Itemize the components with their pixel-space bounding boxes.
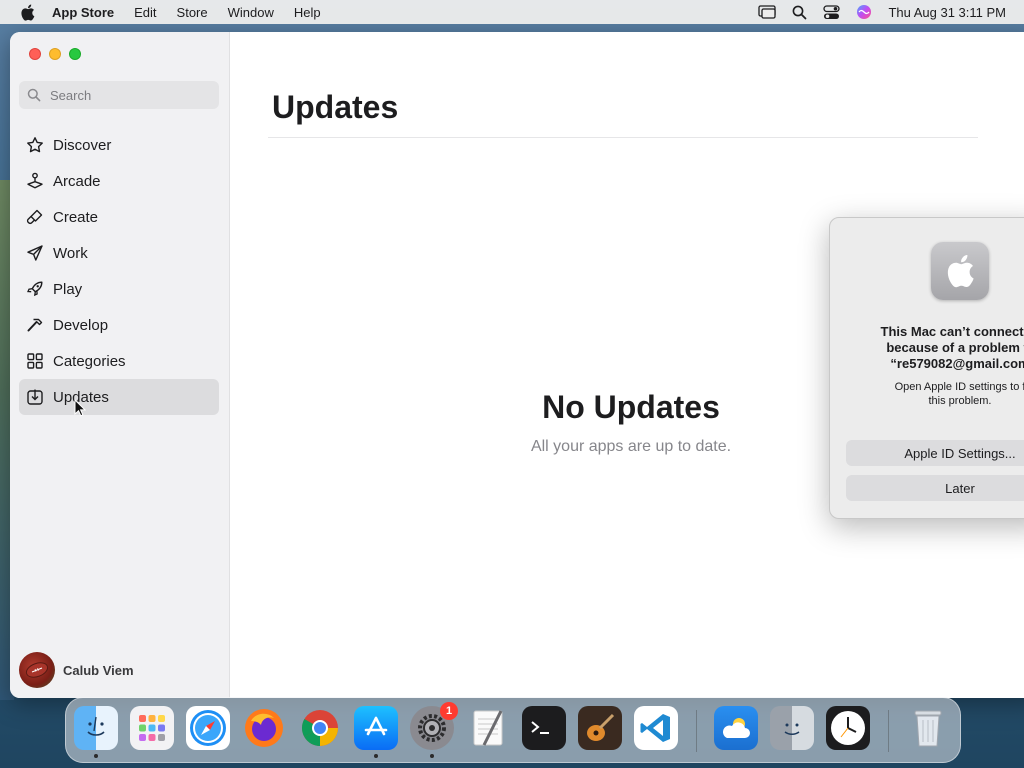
siri-icon[interactable] xyxy=(856,4,872,20)
apple-logo-icon xyxy=(931,242,989,300)
sidebar-item-label: Categories xyxy=(53,352,126,370)
search-placeholder: Search xyxy=(50,87,92,103)
avatar xyxy=(19,652,55,688)
mouse-cursor-icon xyxy=(74,398,87,422)
safari-icon[interactable] xyxy=(186,706,230,750)
chrome-icon[interactable] xyxy=(298,706,342,750)
menu-window[interactable]: Window xyxy=(228,5,274,20)
sidebar-item-label: Work xyxy=(53,244,88,262)
settings-icon[interactable]: 1 xyxy=(410,702,458,758)
sidebar-item-play[interactable]: Play xyxy=(19,271,219,307)
user-account[interactable]: Calub Viem xyxy=(19,652,134,688)
menu-store[interactable]: Store xyxy=(177,5,208,20)
later-button[interactable]: Later xyxy=(846,475,1024,501)
running-indicator xyxy=(430,754,434,758)
vscode-icon[interactable] xyxy=(634,706,678,750)
page-title: Updates xyxy=(272,89,399,125)
title-divider xyxy=(268,137,978,138)
dock-separator xyxy=(888,710,889,752)
sidebar-item-label: Arcade xyxy=(53,172,101,190)
sidebar-item-develop[interactable]: Develop xyxy=(19,307,219,343)
dock-separator xyxy=(696,710,697,752)
sidebar-item-label: Play xyxy=(53,280,83,298)
menu-bar: App Store Edit Store Window Help Thu Aug… xyxy=(0,0,1024,24)
minimize-window-button[interactable] xyxy=(49,48,61,60)
dialog-title: This Mac can’t connect to because of a p… xyxy=(880,324,1024,371)
sidebar-nav: Discover Arcade Create Work Play Develop… xyxy=(19,127,219,415)
menu-edit[interactable]: Edit xyxy=(134,5,156,20)
sidebar: Search Discover Arcade Create Work Play … xyxy=(10,32,230,698)
weather-icon[interactable] xyxy=(714,706,758,750)
joystick-icon xyxy=(26,172,44,190)
spotlight-search-icon[interactable] xyxy=(792,5,807,20)
brush-icon xyxy=(26,208,44,226)
migration-icon[interactable] xyxy=(770,706,814,750)
hammer-icon xyxy=(26,316,44,334)
running-indicator xyxy=(374,754,378,758)
sidebar-item-label: Create xyxy=(53,208,99,226)
dock: 1 xyxy=(65,697,961,763)
apple-id-settings-button[interactable]: Apple ID Settings... xyxy=(846,440,1024,466)
sidebar-item-categories[interactable]: Categories xyxy=(19,343,219,379)
menu-help[interactable]: Help xyxy=(294,5,321,20)
guitar-icon[interactable] xyxy=(578,706,622,750)
sidebar-item-arcade[interactable]: Arcade xyxy=(19,163,219,199)
control-center-icon[interactable] xyxy=(823,4,841,20)
notification-badge: 1 xyxy=(440,702,458,720)
user-name: Calub Viem xyxy=(63,662,134,678)
sidebar-item-label: Develop xyxy=(53,316,109,334)
close-window-button[interactable] xyxy=(29,48,41,60)
sidebar-item-work[interactable]: Work xyxy=(19,235,219,271)
menu-clock[interactable]: Thu Aug 31 3:11 PM xyxy=(888,5,1006,20)
firefox-icon[interactable] xyxy=(242,706,286,750)
paperplane-icon xyxy=(26,244,44,262)
apple-id-settings-label: Apple ID Settings... xyxy=(904,445,1016,461)
rocket-icon xyxy=(26,280,44,298)
launchpad-icon[interactable] xyxy=(130,706,174,750)
sidebar-item-updates[interactable]: Updates xyxy=(19,379,219,415)
running-indicator xyxy=(94,754,98,758)
apple-menu-icon[interactable] xyxy=(18,3,36,21)
dialog-message: Open Apple ID settings to f this problem… xyxy=(894,381,1024,407)
download-icon xyxy=(26,388,44,406)
appstore-icon[interactable] xyxy=(354,706,398,758)
textedit-icon[interactable] xyxy=(466,706,510,750)
sidebar-item-label: Discover xyxy=(53,136,112,154)
clock-icon[interactable] xyxy=(826,706,870,750)
trash-icon[interactable] xyxy=(906,706,950,750)
apple-id-alert-dialog: This Mac can’t connect to because of a p… xyxy=(829,217,1024,519)
finder-icon[interactable] xyxy=(74,706,118,758)
sidebar-item-discover[interactable]: Discover xyxy=(19,127,219,163)
grid-icon xyxy=(26,352,44,370)
screen-mirroring-icon[interactable] xyxy=(758,5,777,19)
later-label: Later xyxy=(945,480,975,496)
terminal-icon[interactable] xyxy=(522,706,566,750)
window-controls xyxy=(29,48,89,60)
search-icon xyxy=(27,88,41,102)
zoom-window-button[interactable] xyxy=(69,48,81,60)
star-icon xyxy=(26,136,44,154)
menu-app-name[interactable]: App Store xyxy=(52,5,114,20)
sidebar-item-create[interactable]: Create xyxy=(19,199,219,235)
search-field[interactable]: Search xyxy=(19,81,219,109)
